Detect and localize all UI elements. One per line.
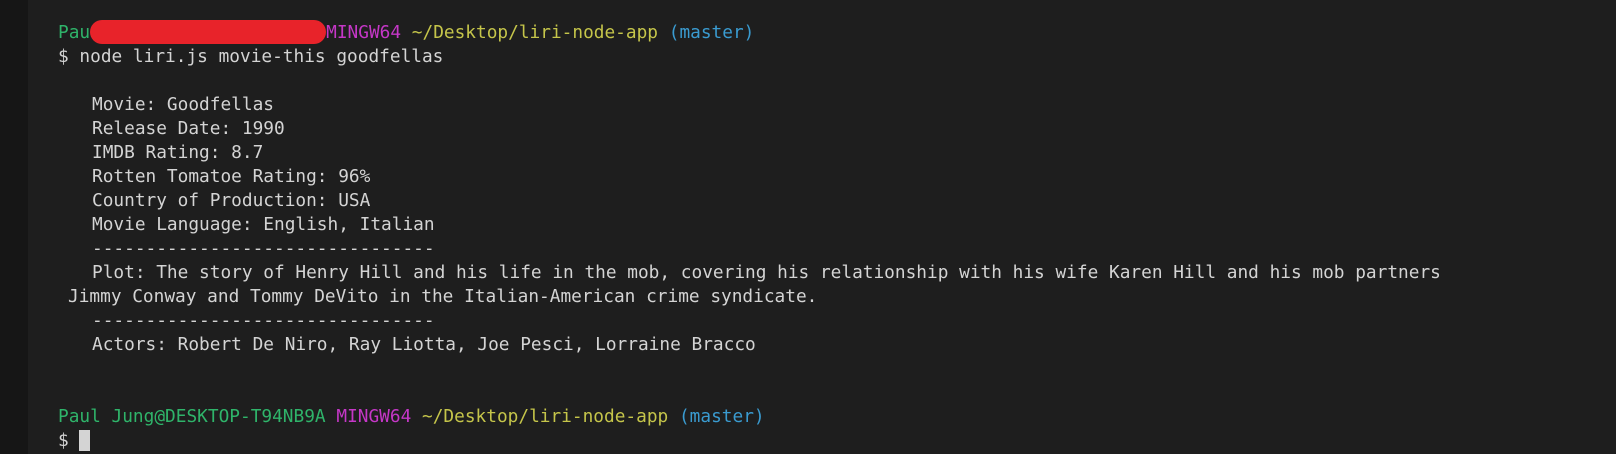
window-gutter: [0, 0, 28, 454]
output-divider: --------------------------------: [92, 238, 435, 259]
prompt-user: Pau: [58, 22, 91, 43]
prompt-user: Paul Jung@DESKTOP-T94NB9A: [58, 406, 326, 427]
terminal-output: Pau MINGW64 ~/Desktop/liri-node-app (mast…: [58, 20, 1616, 453]
text-cursor[interactable]: [79, 429, 91, 451]
output-rotten-rating: Rotten Tomatoe Rating: 96%: [92, 166, 371, 187]
output-country: Country of Production: USA: [92, 190, 371, 211]
command-line: $ node liri.js movie-this goodfellas: [58, 46, 444, 67]
prompt-path: ~/Desktop/liri-node-app: [422, 406, 669, 427]
input-prompt-symbol: $: [58, 430, 69, 451]
output-divider: --------------------------------: [92, 310, 435, 331]
prompt-env: MINGW64: [336, 406, 412, 427]
output-plot-continued: Jimmy Conway and Tommy DeVito in the Ita…: [68, 286, 818, 307]
prompt-line-1: Pau MINGW64 ~/Desktop/liri-node-app (mast…: [58, 20, 1616, 45]
output-plot: Plot: The story of Henry Hill and his li…: [92, 262, 1441, 283]
output-movie: Movie: Goodfellas: [92, 94, 274, 115]
prompt-branch: (master): [668, 22, 755, 43]
output-imdb-rating: IMDB Rating: 8.7: [92, 142, 264, 163]
input-line[interactable]: $: [58, 429, 1616, 453]
output-language: Movie Language: English, Italian: [92, 214, 435, 235]
prompt-path: ~/Desktop/liri-node-app: [411, 22, 659, 43]
prompt-line-2: Paul Jung@DESKTOP-T94NB9A MINGW64 ~/Desk…: [58, 405, 1616, 429]
prompt-branch: (master): [678, 406, 765, 427]
prompt-env: MINGW64: [326, 22, 402, 43]
redaction-mark: [90, 20, 327, 44]
terminal-window[interactable]: Pau MINGW64 ~/Desktop/liri-node-app (mast…: [0, 0, 1616, 454]
output-release-date: Release Date: 1990: [92, 118, 285, 139]
output-actors: Actors: Robert De Niro, Ray Liotta, Joe …: [92, 334, 756, 355]
